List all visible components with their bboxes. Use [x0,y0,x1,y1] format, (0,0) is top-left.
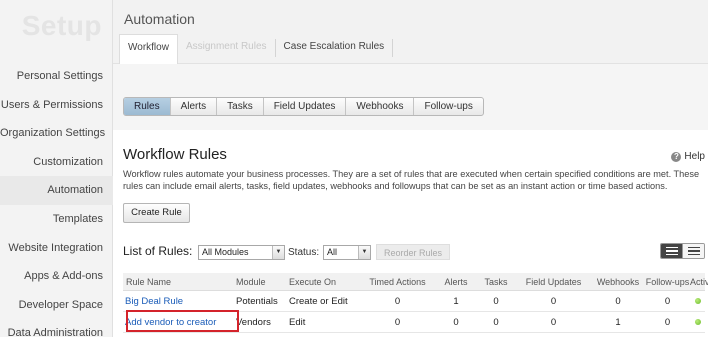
chevron-down-icon: ▼ [272,246,284,259]
module-cell: Vendors [236,316,271,328]
module-select-value: All Modules [202,247,249,257]
subtab-assignment-rules[interactable]: Assignment Rules [178,34,275,64]
col-header-module: Module [236,277,266,287]
table-header-row: Rule Name Module Execute On Timed Action… [123,273,708,291]
help-link[interactable]: ? Help [671,151,705,162]
col-header-timed-actions: Timed Actions [369,277,426,287]
status-label: Status: [288,247,320,258]
active-status-dot-icon[interactable] [694,318,701,325]
sidebar-title: Setup [21,10,102,41]
rule-name-link[interactable]: Big Deal Rule [125,296,183,307]
module-cell: Potentials [236,295,278,307]
view-toggle [660,243,705,259]
sidebar-item-apps-addons[interactable]: Apps & Add-ons [0,262,113,291]
col-header-active: Active [690,277,708,287]
timed-actions-cell: 0 [394,316,401,328]
col-header-tasks: Tasks [484,277,508,287]
webhooks-cell: 1 [615,316,621,328]
tasks-cell: 0 [493,316,499,328]
create-rule-button[interactable]: Create Rule [123,203,190,223]
tab-webhooks[interactable]: Webhooks [346,98,415,115]
col-header-webhooks: Webhooks [596,277,640,287]
sidebar-list: Personal Settings Users & Permissions Or… [0,62,113,337]
rules-table: Rule Name Module Execute On Timed Action… [123,273,708,333]
help-label: Help [684,151,705,162]
sidebar-item-organization-settings[interactable]: Organization Settings [0,119,113,148]
workflow-tabs: Rules Alerts Tasks Field Updates Webhook… [123,97,484,116]
module-select[interactable]: All Modules ▼ [198,245,285,260]
rule-name-link[interactable]: Add vendor to creator [125,317,216,328]
active-cell [690,317,705,328]
timed-actions-cell: 0 [394,295,401,307]
help-icon: ? [671,151,682,162]
rule-name-cell: Big Deal Rule [123,296,236,307]
page-description: Workflow rules automate your business pr… [123,169,700,191]
sidebar-item-customization[interactable]: Customization [0,148,113,177]
webhooks-cell: 0 [615,295,621,307]
alerts-cell: 1 [453,295,459,307]
tab-alerts[interactable]: Alerts [171,98,218,115]
subtab-divider [392,39,394,57]
sidebar-item-users-permissions[interactable]: Users & Permissions [0,91,113,120]
sidebar-item-data-administration[interactable]: Data Administration [0,319,113,337]
field-updates-cell: 0 [550,316,557,328]
status-select[interactable]: All ▼ [323,245,371,260]
page-header: Automation Workflow Assignment Rules Cas… [113,0,708,65]
active-cell [690,296,705,307]
col-header-rule-name: Rule Name [126,277,172,287]
col-header-field-updates: Field Updates [525,277,582,287]
col-header-alerts: Alerts [444,277,468,287]
follow-ups-cell: 0 [664,316,671,328]
sidebar-item-website-integration[interactable]: Website Integration [0,234,113,263]
list-toolbar: List of Rules: All Modules ▼ Status: All… [123,243,708,261]
reorder-rules-button[interactable]: Reorder Rules [376,244,450,260]
follow-ups-cell: 0 [664,295,671,307]
rule-name-cell: Add vendor to creator [123,317,236,328]
tab-tasks[interactable]: Tasks [217,98,264,115]
table-row: Add vendor to creator Vendors Edit 0 0 0… [123,312,705,333]
sidebar-item-developer-space[interactable]: Developer Space [0,291,113,320]
list-label: List of Rules: [123,244,193,258]
field-updates-cell: 0 [550,295,557,307]
sidebar: Setup Personal Settings Users & Permissi… [0,0,113,337]
page-section-title: Automation [124,11,195,27]
tab-field-updates[interactable]: Field Updates [264,98,347,115]
execute-on-cell: Create or Edit [289,295,348,307]
sidebar-item-automation[interactable]: Automation [0,176,113,205]
subtab-workflow[interactable]: Workflow [119,34,178,65]
execute-on-cell: Edit [289,316,306,328]
col-header-execute-on: Execute On [289,277,337,287]
tasks-cell: 0 [493,295,499,307]
sidebar-item-templates[interactable]: Templates [0,205,113,234]
table-row: Big Deal Rule Potentials Create or Edit … [123,291,705,312]
status-select-value: All [327,247,338,257]
active-status-dot-icon[interactable] [694,297,701,304]
col-header-follow-ups: Follow-ups [645,277,690,287]
tab-rules[interactable]: Rules [124,98,171,115]
list-view-icon[interactable] [661,244,682,258]
page-title: Workflow Rules [123,146,227,163]
sidebar-item-personal-settings[interactable]: Personal Settings [0,62,113,91]
subtab-case-escalation-rules[interactable]: Case Escalation Rules [276,34,393,64]
subtab-bar: Workflow Assignment Rules Case Escalatio… [119,34,394,65]
tab-follow-ups[interactable]: Follow-ups [414,98,482,115]
detail-view-icon[interactable] [682,244,704,258]
alerts-cell: 0 [453,316,459,328]
chevron-down-icon: ▼ [358,246,370,259]
